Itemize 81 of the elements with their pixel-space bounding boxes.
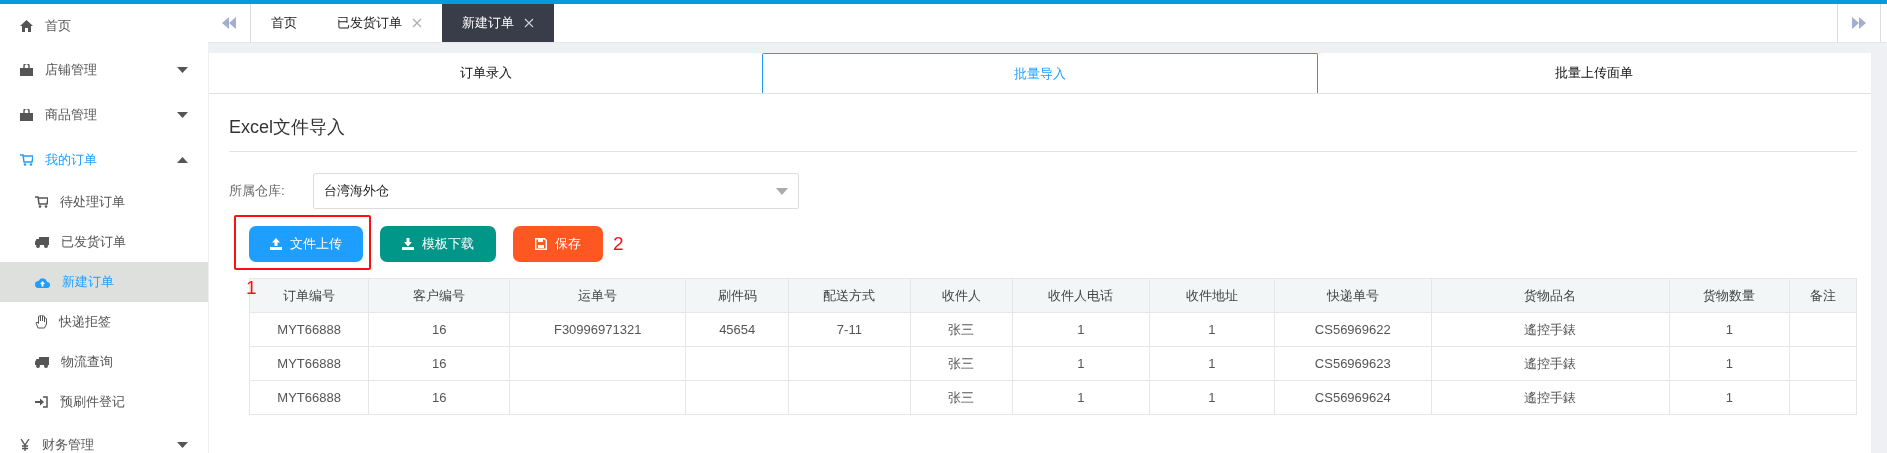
annotation-number: 2 <box>613 233 624 255</box>
table-cell: 16 <box>368 346 510 381</box>
sign-in-icon <box>35 396 48 408</box>
column-header: 客户编号 <box>368 278 510 313</box>
download-button[interactable]: 模板下载 <box>380 226 496 262</box>
table-cell: 张三 <box>910 346 1013 381</box>
table-cell: 1 <box>1149 380 1275 415</box>
table-cell: MYT66888 <box>249 380 369 415</box>
home-icon <box>20 19 33 32</box>
table-cell: 16 <box>368 312 510 347</box>
scroll-right-icon[interactable] <box>1837 4 1881 42</box>
table-cell: 遙控手錶 <box>1431 380 1670 415</box>
table-cell: MYT66888 <box>249 312 369 347</box>
column-header: 快递单号 <box>1274 278 1431 313</box>
table-cell: 45654 <box>685 312 789 347</box>
cart-icon <box>20 153 33 166</box>
caret-down-icon <box>776 187 788 195</box>
sidebar-subitem[interactable]: 待处理订单 <box>0 182 208 222</box>
table-cell: 1 <box>1149 346 1275 381</box>
column-header: 配送方式 <box>788 278 911 313</box>
caret-down-icon <box>177 111 188 118</box>
table-cell: 1 <box>1669 346 1790 381</box>
column-header: 收件人电话 <box>1012 278 1150 313</box>
table-cell: 遙控手錶 <box>1431 312 1670 347</box>
table-cell <box>1789 346 1857 381</box>
table-cell: CS56969624 <box>1274 380 1431 415</box>
sidebar-subitem[interactable]: 快递拒签 <box>0 302 208 342</box>
yen-icon <box>20 438 30 451</box>
shopping-bag-icon <box>20 108 33 121</box>
table-cell: CS56969622 <box>1274 312 1431 347</box>
truck-icon <box>35 236 49 248</box>
caret-down-icon <box>177 441 188 448</box>
table-cell: 1 <box>1012 312 1150 347</box>
table-cell: 1 <box>1669 312 1790 347</box>
sidebar-item[interactable]: 商品管理 <box>0 92 208 137</box>
cloud-upload-icon <box>35 276 50 288</box>
table-cell <box>1789 380 1857 415</box>
hand-icon <box>35 315 47 329</box>
page-tab[interactable]: 新建订单 <box>442 4 554 42</box>
table-cell: 张三 <box>910 380 1013 415</box>
upload-icon <box>270 238 282 250</box>
table-cell: CS56969623 <box>1274 346 1431 381</box>
column-header: 运单号 <box>509 278 686 313</box>
column-header: 货物数量 <box>1669 278 1790 313</box>
sidebar-item[interactable]: 首页 <box>0 4 208 47</box>
column-header: 备注 <box>1789 278 1857 313</box>
table-cell: 遙控手錶 <box>1431 346 1670 381</box>
cart-icon <box>35 196 48 208</box>
table-cell: 张三 <box>910 312 1013 347</box>
warehouse-label: 所属仓库: <box>229 182 286 200</box>
sidebar-subitem[interactable]: 物流查询 <box>0 342 208 382</box>
section-title: Excel文件导入 <box>228 116 346 139</box>
content-tab[interactable]: 订单录入 <box>209 53 763 93</box>
column-header: 货物品名 <box>1431 278 1670 313</box>
content-tab[interactable]: 批量上传面单 <box>1317 53 1871 93</box>
table-cell: 1 <box>1669 380 1790 415</box>
shopping-bag-icon <box>20 63 33 76</box>
caret-down-icon <box>177 66 188 73</box>
caret-up-icon <box>177 156 188 163</box>
truck-icon <box>35 356 49 368</box>
download-icon <box>402 238 414 250</box>
column-header: 刷件码 <box>685 278 789 313</box>
table-cell <box>1789 312 1857 347</box>
sidebar-item[interactable]: 店铺管理 <box>0 47 208 92</box>
table-cell: 7-11 <box>788 312 911 347</box>
column-header: 收件人 <box>910 278 1013 313</box>
close-icon[interactable] <box>524 18 534 28</box>
table-cell: 1 <box>1012 380 1150 415</box>
table-cell: MYT66888 <box>249 346 369 381</box>
warehouse-select[interactable]: 台湾海外仓 <box>313 173 799 209</box>
column-header: 收件地址 <box>1149 278 1275 313</box>
sidebar-subitem[interactable]: 已发货订单 <box>0 222 208 262</box>
table-cell: 16 <box>368 380 510 415</box>
annotation-number: 1 <box>246 277 257 299</box>
table-cell: F30996971321 <box>509 312 686 347</box>
table-cell: 1 <box>1012 346 1150 381</box>
page-tab[interactable]: 首页 <box>251 4 317 42</box>
page-tab[interactable]: 已发货订单 <box>317 4 442 42</box>
sidebar-subitem[interactable]: 预刷件登记 <box>0 382 208 422</box>
table-cell: 1 <box>1149 312 1275 347</box>
sidebar-item[interactable]: 财务管理 <box>0 422 208 453</box>
